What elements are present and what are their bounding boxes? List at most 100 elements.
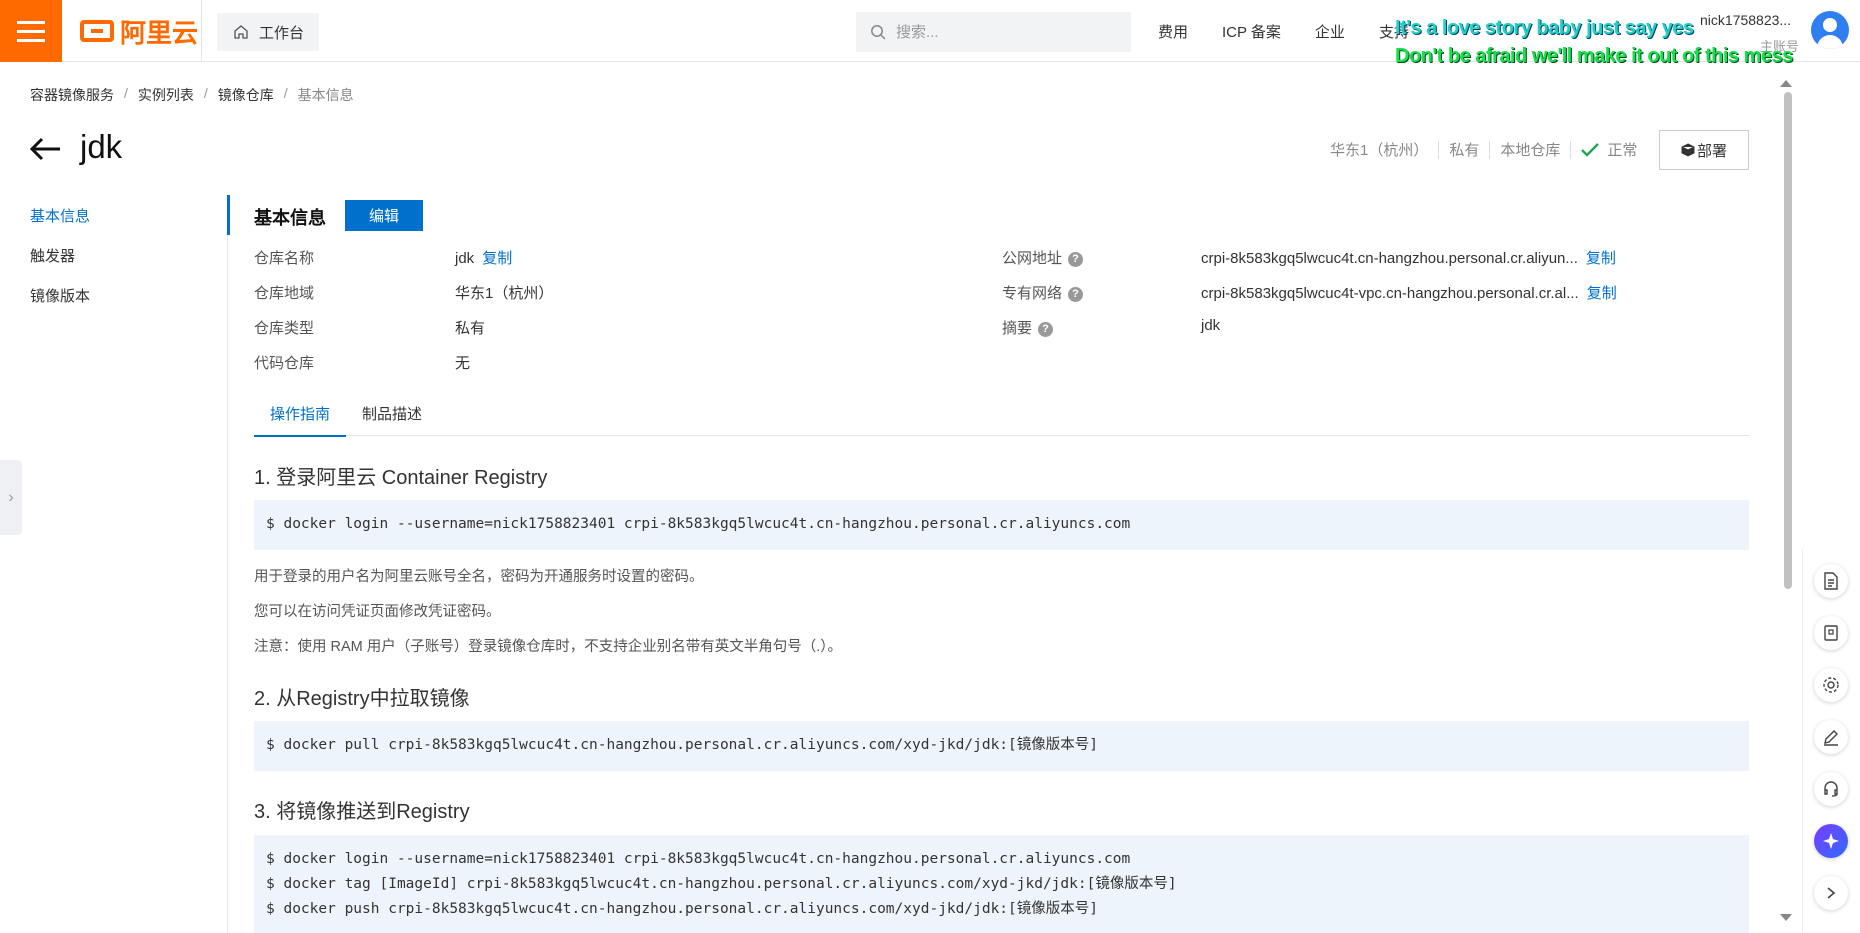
home-icon: [234, 25, 248, 39]
page-title: jdk: [80, 128, 123, 165]
tab-bar: 操作指南 制品描述: [254, 402, 1749, 437]
snapshot-icon[interactable]: [1814, 616, 1848, 650]
breadcrumb-current: 基本信息: [297, 87, 354, 103]
search-input[interactable]: [896, 23, 1096, 41]
search-box[interactable]: [856, 12, 1131, 52]
ai-assistant-icon[interactable]: [1814, 824, 1848, 858]
note-text: 用于登录的用户名为阿里云账号全名，密码为开通服务时设置的密码。: [254, 569, 704, 585]
avatar[interactable]: [1811, 11, 1849, 49]
settings-icon[interactable]: [1814, 668, 1848, 702]
scrollbar-thumb[interactable]: [1784, 92, 1792, 589]
status-badge: 正常: [1581, 139, 1637, 160]
repo-region-value: 华东1（杭州）: [455, 285, 554, 302]
repo-meta: 华东1（杭州） 私有 本地仓库 正常: [1330, 139, 1637, 160]
repo-type-value: 私有: [455, 320, 486, 337]
breadcrumb-separator: /: [283, 85, 288, 101]
check-icon: [1581, 142, 1600, 157]
tab-guide[interactable]: 操作指南: [254, 402, 347, 437]
step-title: 1. 登录阿里云 Container Registry: [254, 467, 548, 489]
status-text: 正常: [1607, 142, 1638, 159]
repo-region-label: 仓库地域: [254, 285, 315, 302]
back-arrow-icon[interactable]: [28, 136, 62, 162]
public-address-value: crpi-8k583kgq5lwcuc4t.cn-hangzhou.person…: [1201, 247, 1616, 268]
topbar-divider: [201, 0, 202, 62]
content-divider: [227, 195, 228, 933]
repo-name-text: jdk: [455, 250, 475, 267]
summary-label: 摘要?: [1002, 317, 1054, 338]
code-line: $ docker login --username=nick1758823401…: [266, 851, 1131, 867]
workbench-label: 工作台: [259, 24, 305, 42]
nav-enterprise[interactable]: 企业: [1315, 21, 1345, 42]
copy-vpc-address-button[interactable]: 复制: [1587, 285, 1617, 302]
menu-icon[interactable]: [0, 0, 62, 62]
code-block[interactable]: $ docker login --username=nick1758823401…: [254, 835, 1749, 933]
note-text: 您可以在访问凭证页面修改凭证密码。: [254, 604, 501, 620]
code-line: $ docker login --username=nick1758823401…: [266, 516, 1131, 532]
code-line: $ docker pull crpi-8k583kgq5lwcuc4t.cn-h…: [266, 737, 1098, 753]
logo-text: 阿里云: [120, 17, 199, 48]
sidebar-item-triggers[interactable]: 触发器: [30, 246, 90, 286]
nav-icp[interactable]: ICP 备案: [1222, 21, 1281, 42]
breadcrumb-separator: /: [124, 85, 128, 101]
lyric-overlay-line-2: Don't be afraid we'll make it out of thi…: [1395, 45, 1793, 67]
code-repo-value: 无: [455, 355, 471, 372]
lyric-overlay-line-1: It's a love story baby just say yes: [1395, 17, 1694, 39]
help-icon[interactable]: ?: [1068, 287, 1084, 302]
edit-button[interactable]: 编辑: [345, 200, 423, 231]
support-icon[interactable]: [1814, 772, 1848, 806]
step-title: 3. 将镜像推送到Registry: [254, 801, 470, 823]
public-address-label: 公网地址?: [1002, 247, 1084, 268]
collapse-sidebar-icon[interactable]: ›: [0, 460, 22, 535]
copy-public-address-button[interactable]: 复制: [1586, 250, 1616, 267]
summary-value: jdk: [1201, 317, 1221, 334]
vpc-address-value: crpi-8k583kgq5lwcuc4t-vpc.cn-hangzhou.pe…: [1201, 282, 1617, 303]
user-name[interactable]: nick1758823...: [1700, 12, 1791, 28]
summary-label-text: 摘要: [1002, 320, 1033, 337]
repo-name-value: jdk 复制: [455, 247, 512, 268]
breadcrumb-item[interactable]: 容器镜像服务: [30, 85, 114, 105]
help-icon[interactable]: ?: [1068, 252, 1084, 267]
vpc-address-label: 专有网络?: [1002, 282, 1084, 303]
aliyun-logo[interactable]: 阿里云: [80, 16, 198, 48]
breadcrumb: 容器镜像服务 / 实例列表 / 镜像仓库 / 基本信息: [30, 85, 354, 105]
vpc-address-text: crpi-8k583kgq5lwcuc4t-vpc.cn-hangzhou.pe…: [1201, 285, 1579, 302]
sidebar-item-image-versions[interactable]: 镜像版本: [30, 286, 90, 326]
step-title: 2. 从Registry中拉取镜像: [254, 688, 470, 710]
meta-divider: [1438, 140, 1440, 159]
deploy-button[interactable]: 部署: [1659, 130, 1749, 170]
code-block[interactable]: $ docker login --username=nick1758823401…: [254, 500, 1749, 550]
scroll-up-arrow[interactable]: [1780, 80, 1792, 87]
cube-icon: [1681, 143, 1695, 157]
expand-icon[interactable]: [1814, 876, 1848, 910]
repo-type-label: 仓库类型: [254, 320, 315, 337]
code-block[interactable]: $ docker pull crpi-8k583kgq5lwcuc4t.cn-h…: [254, 721, 1749, 771]
tab-description[interactable]: 制品描述: [346, 402, 438, 436]
breadcrumb-item[interactable]: 实例列表: [138, 85, 194, 105]
copy-repo-name-button[interactable]: 复制: [482, 250, 512, 267]
scroll-down-arrow[interactable]: [1780, 914, 1792, 921]
repo-source-badge: 本地仓库: [1500, 142, 1561, 159]
meta-divider: [1489, 140, 1491, 159]
public-address-text: crpi-8k583kgq5lwcuc4t.cn-hangzhou.person…: [1201, 250, 1578, 267]
sidebar-item-basic-info[interactable]: 基本信息: [30, 206, 90, 246]
help-icon[interactable]: ?: [1038, 322, 1054, 337]
breadcrumb-item[interactable]: 镜像仓库: [218, 85, 274, 105]
edit-icon[interactable]: [1814, 720, 1848, 754]
nav-billing[interactable]: 费用: [1158, 21, 1188, 42]
meta-divider: [1570, 140, 1572, 159]
note-text: 注意：使用 RAM 用户（子账号）登录镜像仓库时，不支持企业别名带有英文半角句号…: [254, 639, 843, 655]
repo-name-label: 仓库名称: [254, 250, 315, 267]
vpc-address-label-text: 专有网络: [1002, 285, 1063, 302]
breadcrumb-separator: /: [203, 85, 208, 101]
search-icon: [871, 25, 886, 40]
region-badge: 华东1（杭州）: [1330, 142, 1429, 159]
active-indicator: [227, 195, 230, 235]
code-line: $ docker tag [ImageId] crpi-8k583kgq5lwc…: [266, 876, 1177, 892]
document-icon[interactable]: [1814, 564, 1848, 598]
workbench-button[interactable]: 工作台: [217, 13, 319, 51]
side-nav: 基本信息 触发器 镜像版本: [30, 206, 90, 326]
section-title: 基本信息: [254, 208, 326, 228]
code-repo-label: 代码仓库: [254, 355, 315, 372]
visibility-badge: 私有: [1449, 142, 1480, 159]
public-address-label-text: 公网地址: [1002, 250, 1063, 267]
